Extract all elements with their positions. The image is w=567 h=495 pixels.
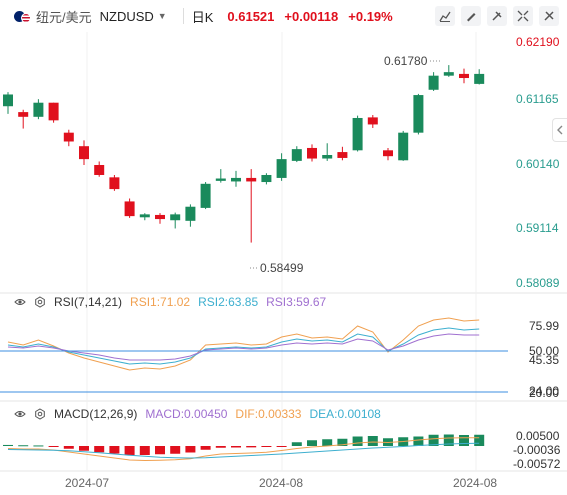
macd-bar: [215, 446, 226, 448]
macd-bar: [155, 446, 165, 455]
x-axis-label: 2024-07: [65, 476, 109, 490]
candle: [276, 159, 287, 178]
low-annotation: 0.58499: [260, 261, 304, 275]
visibility-icon[interactable]: [14, 296, 26, 308]
candle: [459, 73, 469, 79]
macd-bar: [261, 446, 272, 447]
rsi3-value: RSI3:59.67: [266, 295, 327, 309]
macd-axis-label: -0.00572: [513, 457, 561, 471]
candle: [367, 117, 378, 125]
macd-bar: [79, 446, 89, 451]
candle: [428, 75, 439, 90]
macd-bar: [367, 436, 378, 446]
price-axis-label: 0.58089: [516, 276, 560, 290]
macd-bar: [139, 446, 150, 455]
macd-bar: [413, 436, 424, 446]
macd-bar: [474, 434, 485, 446]
macd-value: MACD:0.00450: [145, 407, 228, 421]
rsi-axis-label: 20.00: [529, 386, 559, 400]
macd-bar: [63, 446, 74, 449]
dif-line: [7, 437, 480, 462]
candle: [33, 102, 44, 117]
x-axis-label: 2024-08: [259, 476, 303, 490]
candle: [413, 95, 424, 133]
candle: [3, 94, 13, 107]
macd-title: MACD(12,26,9): [54, 407, 138, 421]
candle: [139, 214, 150, 218]
rsi2-line: [7, 327, 480, 365]
macd-axis-label: -0.00036: [513, 443, 561, 457]
candle: [383, 150, 393, 157]
visibility-icon[interactable]: [14, 408, 26, 420]
macd-bar: [276, 446, 287, 447]
price-axis-label: 0.60140: [516, 157, 560, 171]
candle: [322, 155, 333, 159]
candle: [231, 177, 241, 182]
macd-bar: [3, 444, 13, 446]
macd-bar: [291, 442, 302, 446]
candle: [443, 72, 454, 76]
price-axis-label: 0.62190: [516, 35, 560, 49]
macd-header: MACD(12,26,9) MACD:0.00450 DIF:0.00333 D…: [14, 407, 381, 421]
candle: [63, 132, 74, 142]
dea-value: DEA:0.00108: [309, 407, 381, 421]
macd-bar: [200, 446, 211, 450]
candle: [185, 206, 196, 221]
candle: [170, 214, 181, 221]
macd-bar: [185, 446, 196, 453]
dea-line: [7, 442, 480, 459]
rsi1-value: RSI1:71.02: [130, 295, 191, 309]
macd-axis-label: 0.00500: [516, 429, 560, 443]
macd-bar: [352, 436, 363, 446]
macd-bar: [246, 446, 257, 448]
rsi-header: RSI(7,14,21) RSI1:71.02 RSI2:63.85 RSI3:…: [14, 295, 326, 309]
macd-bar: [307, 440, 317, 446]
candle: [48, 102, 59, 121]
candle: [352, 117, 363, 151]
candle: [246, 177, 257, 182]
candle: [94, 164, 105, 175]
candle: [124, 201, 135, 217]
rsi2-value: RSI2:63.85: [198, 295, 259, 309]
price-axis-label: 0.59114: [516, 221, 559, 235]
candle: [79, 146, 89, 160]
candle: [109, 177, 120, 190]
macd-bar: [94, 446, 105, 453]
macd-bar: [18, 445, 29, 447]
gear-icon[interactable]: [34, 408, 46, 420]
rsi-axis-label: 75.99: [529, 319, 559, 333]
candle: [337, 152, 348, 158]
price-axis-label: 0.61165: [516, 92, 559, 106]
dif-value: DIF:0.00333: [235, 407, 302, 421]
macd-bar: [170, 446, 181, 454]
macd-bar: [459, 435, 469, 446]
macd-bar: [109, 446, 120, 454]
macd-bar: [231, 446, 241, 448]
candle: [200, 183, 211, 208]
macd-bar: [322, 439, 333, 446]
candle: [215, 178, 226, 181]
candle: [291, 149, 302, 161]
candle: [398, 132, 409, 161]
macd-bar: [33, 445, 44, 447]
macd-bar: [48, 446, 59, 447]
candle: [474, 73, 485, 84]
macd-bar: [124, 446, 135, 455]
candle: [307, 147, 317, 159]
high-annotation: 0.61780: [384, 54, 428, 68]
candle: [155, 214, 165, 220]
gear-icon[interactable]: [34, 296, 46, 308]
chevron-left-icon[interactable]: [552, 118, 567, 142]
x-axis-label: 2024-08: [453, 476, 497, 490]
rsi-title: RSI(7,14,21): [54, 295, 123, 309]
candle: [18, 112, 29, 117]
rsi-axis-label: 45.35: [529, 353, 559, 367]
candle: [261, 174, 272, 183]
